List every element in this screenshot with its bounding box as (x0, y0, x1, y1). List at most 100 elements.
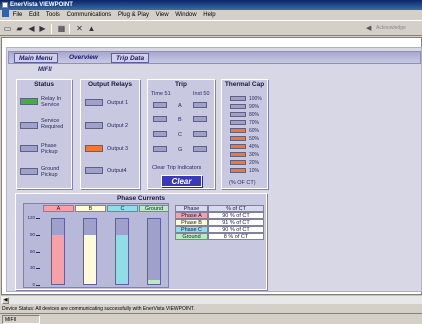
output-1-indicator (85, 99, 103, 106)
ground-pickup-label: Ground Pickup (41, 166, 60, 178)
menu-bar: File Edit Tools Communications Plug & Pl… (0, 10, 422, 20)
axis-tick-label: 90 (29, 231, 35, 237)
output-3-label: Output 3 (107, 146, 129, 152)
table-cell-value: 91 % of CT (208, 219, 264, 226)
acknowledge-button[interactable]: ◀ Acknowledge (364, 23, 422, 34)
main-menu-button[interactable]: Main Menu (14, 53, 58, 63)
window-title: EnerVista VIEWPOINT (10, 2, 73, 8)
trip-inst50-c-indicator (193, 131, 207, 137)
bar-track-a (51, 218, 65, 285)
tools-icon[interactable]: ✕ (75, 24, 84, 33)
thermal-cap-bar-90 (230, 104, 246, 109)
thermal-cap-level-label: 50% (249, 136, 260, 142)
trip-time51-c-indicator (153, 131, 167, 137)
phase-pickup-indicator (20, 145, 38, 152)
bar-fill-ground (148, 279, 160, 284)
thermal-cap-bar-20 (230, 160, 246, 165)
menu-tools[interactable]: Tools (46, 12, 60, 18)
table-cell-value: 90 % of CT (208, 226, 264, 233)
axis-tick-mark (36, 218, 40, 219)
thermal-cap-level-label: 30% (249, 152, 260, 158)
clear-trip-indicators-label: Clear Trip Indicators (152, 165, 202, 171)
grid-icon[interactable]: ▦ (57, 24, 66, 33)
trip-inst50-a-indicator (193, 102, 207, 108)
menu-edit[interactable]: Edit (29, 12, 39, 18)
bar-fill-c (116, 235, 128, 284)
speaker-icon: ◀ (366, 25, 372, 32)
column-header-b: B (75, 205, 106, 212)
table-cell-phase: Phase B (175, 219, 208, 226)
trip-row-b-label: B (178, 117, 182, 123)
horizontal-scrollbar[interactable]: ◀ (1, 295, 422, 304)
clear-button[interactable]: Clear (161, 175, 202, 187)
axis-tick-mark (36, 234, 40, 236)
axis-tick-label: 0 (32, 282, 35, 287)
thermal-cap-bar-70 (230, 120, 246, 125)
trip-row-c-label: C (178, 132, 182, 138)
status-bar: MIFII (0, 313, 422, 324)
scroll-left-arrow-icon[interactable]: ◀ (2, 297, 9, 304)
phase-pickup-label: Phase Pickup (41, 143, 58, 155)
bar-fill-b (84, 234, 96, 284)
open-folder-icon[interactable]: ▰ (15, 24, 24, 33)
output-1-label: Output 1 (107, 100, 129, 106)
device-name: MIFII (38, 67, 52, 73)
thermal-cap-title: Thermal Cap (224, 81, 265, 88)
table-cell-phase: Ground (175, 233, 208, 240)
trip-row-a-label: A (178, 103, 182, 109)
output-2-indicator (85, 122, 103, 129)
table-header-pct: % of CT (208, 205, 264, 212)
thermal-cap-level-label: 40% (249, 144, 260, 150)
column-header-ground: Ground (139, 205, 169, 212)
menu-view[interactable]: View (156, 12, 169, 18)
table-cell-phase: Phase A (175, 212, 208, 219)
overview-button[interactable]: Overview (65, 53, 102, 63)
thermal-cap-bar-30 (230, 152, 246, 157)
trip-inst50-label: Inst 50 (193, 91, 210, 97)
forward-arrow-icon[interactable]: ▶ (38, 24, 47, 33)
bar-track-c (115, 218, 129, 285)
menu-file[interactable]: File (13, 12, 23, 18)
document-icon[interactable] (2, 10, 9, 17)
trip-inst50-g-indicator (193, 146, 207, 152)
menu-communications[interactable]: Communications (67, 12, 112, 18)
menu-plug-and-play[interactable]: Plug & Play (118, 12, 149, 18)
thermal-cap-level-label: 80% (249, 112, 260, 118)
back-arrow-icon[interactable]: ◀ (27, 24, 36, 33)
phase-currents-title: Phase Currents (116, 195, 166, 202)
menu-window[interactable]: Window (175, 12, 196, 18)
thermal-cap-level-label: 20% (249, 160, 260, 166)
status-field-device: MIFII (2, 315, 40, 324)
table-cell-value: 8 % of CT (208, 233, 264, 240)
table-cell-phase: Phase C (175, 226, 208, 233)
thermal-cap-level-label: 100% (249, 96, 262, 102)
trip-data-button[interactable]: Trip Data (111, 53, 150, 63)
axis-tick-mark (36, 268, 40, 270)
thermal-cap-bar-50 (230, 136, 246, 141)
output-2-label: Output 2 (107, 123, 129, 129)
thermal-cap-footer: (% OF CT) (229, 180, 256, 186)
relay-in-service-indicator (20, 98, 38, 105)
axis-tick-label: 30 (29, 265, 35, 271)
column-header-c: C (107, 205, 138, 212)
warning-icon[interactable]: ▲ (87, 24, 96, 33)
relay-in-service-label: Relay In Service (41, 96, 62, 108)
bar-fill-a (52, 235, 64, 284)
toolbar: ▭ ▰ ◀ ▶ ▦ ✕ ▲ ◀ Acknowledge (0, 20, 422, 36)
status-message: Device Status: All devices are communica… (2, 306, 195, 312)
thermal-cap-level-label: 60% (249, 128, 260, 134)
output-4-indicator (85, 167, 103, 174)
thermal-cap-bar-40 (230, 144, 246, 149)
axis-tick-label: 120 (27, 215, 35, 220)
axis-tick-mark (36, 251, 40, 253)
trip-time51-b-indicator (153, 116, 167, 122)
new-file-icon[interactable]: ▭ (3, 24, 12, 33)
column-header-a: A (43, 205, 74, 212)
thermal-cap-bar-100 (230, 96, 246, 101)
menu-help[interactable]: Help (203, 12, 215, 18)
output-3-indicator (85, 145, 103, 152)
trip-inst50-b-indicator (193, 116, 207, 122)
title-bar: EnerVista VIEWPOINT (0, 0, 422, 10)
status-title: Status (34, 81, 54, 88)
trip-time51-a-indicator (153, 102, 167, 108)
